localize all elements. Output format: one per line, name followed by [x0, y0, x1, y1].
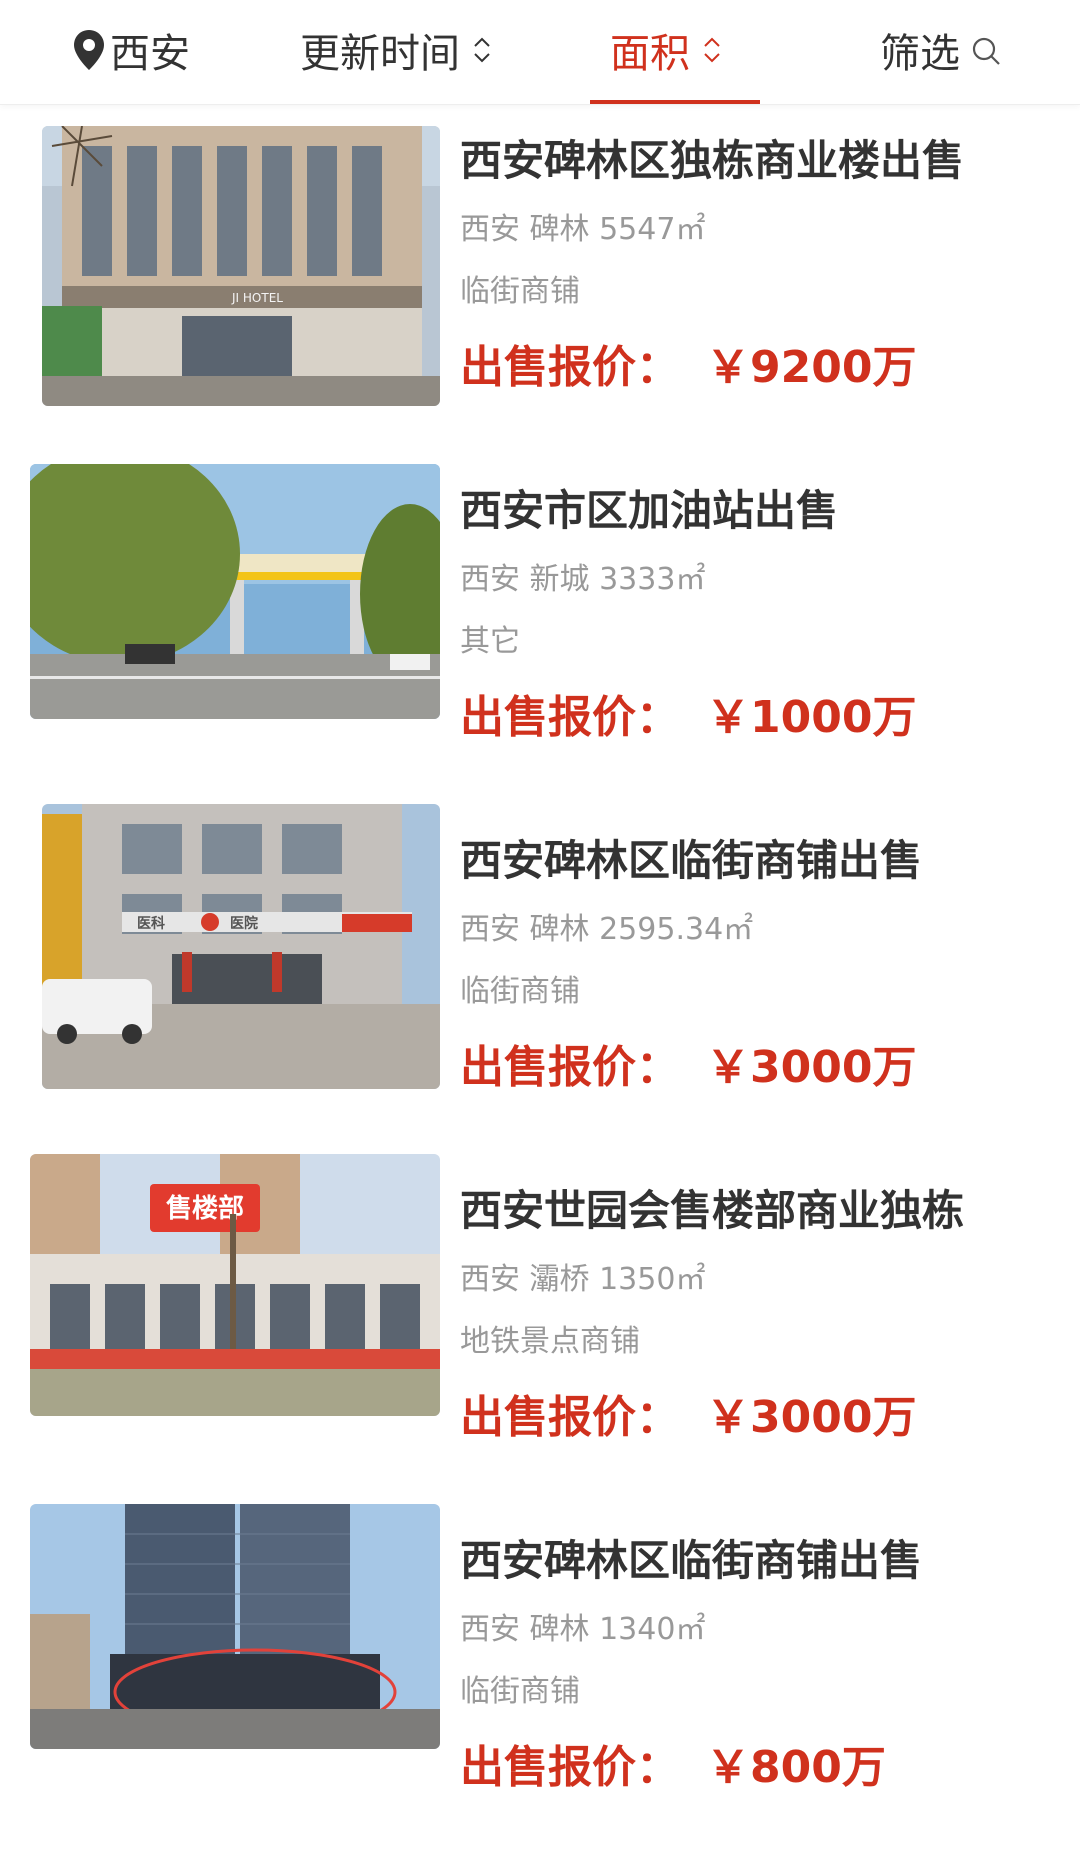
- listing-title[interactable]: 西安碑林区临街商铺出售: [460, 1532, 1005, 1590]
- listing-city: 西安: [460, 1262, 520, 1297]
- listing-title[interactable]: 西安市区加油站出售: [460, 482, 1005, 540]
- listing-price: 出售报价： ￥3000万: [460, 1388, 1020, 1448]
- hospital-sign-left: 医科: [137, 915, 165, 932]
- sort-by-update-time[interactable]: 更新时间: [300, 0, 492, 100]
- price-label: 出售报价：: [460, 1042, 680, 1093]
- listing-district: 新城: [529, 562, 590, 597]
- price-value: ￥800万: [706, 1742, 886, 1793]
- listing-meta: 西安 新城 3333㎡: [460, 560, 1020, 600]
- listing-meta: 西安 碑林 5547㎡: [460, 210, 1020, 250]
- sort-by-area[interactable]: 面积: [610, 0, 722, 100]
- listing-price: 出售报价： ￥1000万: [460, 688, 1020, 748]
- listing-title[interactable]: 西安碑林区临街商铺出售: [460, 832, 1005, 890]
- sort-arrows-icon: [702, 30, 722, 70]
- listing-area: 3333㎡: [599, 562, 706, 597]
- location-pin-icon: [72, 28, 106, 72]
- filter-button[interactable]: 筛选: [880, 0, 1004, 100]
- price-label: 出售报价：: [460, 342, 680, 393]
- listing-district: 碑林: [529, 1612, 590, 1647]
- price-label: 出售报价：: [460, 1742, 680, 1793]
- listing-title[interactable]: 西安碑林区独栋商业楼出售: [460, 132, 1005, 190]
- listing-district: 碑林: [529, 912, 590, 947]
- listing-area: 1350㎡: [599, 1262, 706, 1297]
- listing-card[interactable]: 医科 医院 西安碑林区临街商铺出售 西安 碑林 2595.34㎡ 临街商铺 出售…: [0, 804, 1080, 1154]
- listing-city: 西安: [460, 1612, 520, 1647]
- listing-area: 2595.34㎡: [599, 912, 754, 947]
- hotel-sign-text: JI HOTEL: [231, 291, 283, 305]
- listing-city: 西安: [460, 912, 520, 947]
- search-icon: [970, 33, 1004, 67]
- listing-meta: 西安 碑林 1340㎡: [460, 1610, 1020, 1650]
- filter-label: 筛选: [880, 31, 960, 77]
- listing-card[interactable]: 西安市区加油站出售 西安 新城 3333㎡ 其它 出售报价： ￥1000万: [0, 454, 1080, 804]
- price-label: 出售报价：: [460, 692, 680, 743]
- listing-type: 其它: [460, 624, 520, 659]
- listing-city: 西安: [460, 212, 520, 247]
- filter-bar: 西安 更新时间 面积 筛选: [0, 0, 1080, 105]
- listing-card[interactable]: JI HOTEL 西安碑林区独栋商业楼出售 西安 碑林 5547㎡ 临街商铺 出…: [0, 104, 1080, 454]
- listing-photo[interactable]: 医科 医院: [42, 804, 440, 1089]
- sort-update-label: 更新时间: [300, 31, 460, 77]
- price-value: ￥9200万: [706, 342, 917, 393]
- listing-photo[interactable]: [30, 1504, 440, 1749]
- listing-title[interactable]: 西安世园会售楼部商业独栋: [460, 1182, 1005, 1240]
- city-label: 西安: [110, 31, 190, 77]
- hospital-sign-right: 医院: [230, 915, 258, 932]
- listing-photo[interactable]: 售楼部: [30, 1154, 440, 1416]
- price-value: ￥3000万: [706, 1392, 917, 1443]
- listing-card[interactable]: 西安碑林区临街商铺出售 西安 碑林 1340㎡ 临街商铺 出售报价： ￥800万: [0, 1504, 1080, 1854]
- listing-photo[interactable]: JI HOTEL: [42, 126, 440, 406]
- sort-arrows-icon: [472, 30, 492, 70]
- listing-type: 临街商铺: [460, 1674, 580, 1709]
- listing-price: 出售报价： ￥9200万: [460, 338, 1020, 398]
- listing-photo[interactable]: [30, 464, 440, 719]
- listing-type: 临街商铺: [460, 974, 580, 1009]
- listing-meta: 西安 碑林 2595.34㎡: [460, 910, 1020, 950]
- listing-type: 临街商铺: [460, 274, 580, 309]
- listing-price: 出售报价： ￥800万: [460, 1738, 1020, 1798]
- listing-meta: 西安 灞桥 1350㎡: [460, 1260, 1020, 1300]
- listing-area: 1340㎡: [599, 1612, 706, 1647]
- listing-district: 灞桥: [529, 1262, 590, 1297]
- city-selector[interactable]: 西安: [72, 0, 190, 100]
- listing-type: 地铁景点商铺: [460, 1324, 640, 1359]
- listing-area: 5547㎡: [599, 212, 706, 247]
- price-value: ￥3000万: [706, 1042, 917, 1093]
- listing-city: 西安: [460, 562, 520, 597]
- listing-district: 碑林: [529, 212, 590, 247]
- sort-area-label: 面积: [610, 31, 690, 77]
- price-label: 出售报价：: [460, 1392, 680, 1443]
- price-value: ￥1000万: [706, 692, 917, 743]
- listing-card[interactable]: 售楼部 西安世园会售楼部商业独栋 西安 灞桥 1350㎡ 地铁景点商铺 出售报价…: [0, 1154, 1080, 1504]
- listing-price: 出售报价： ￥3000万: [460, 1038, 1020, 1098]
